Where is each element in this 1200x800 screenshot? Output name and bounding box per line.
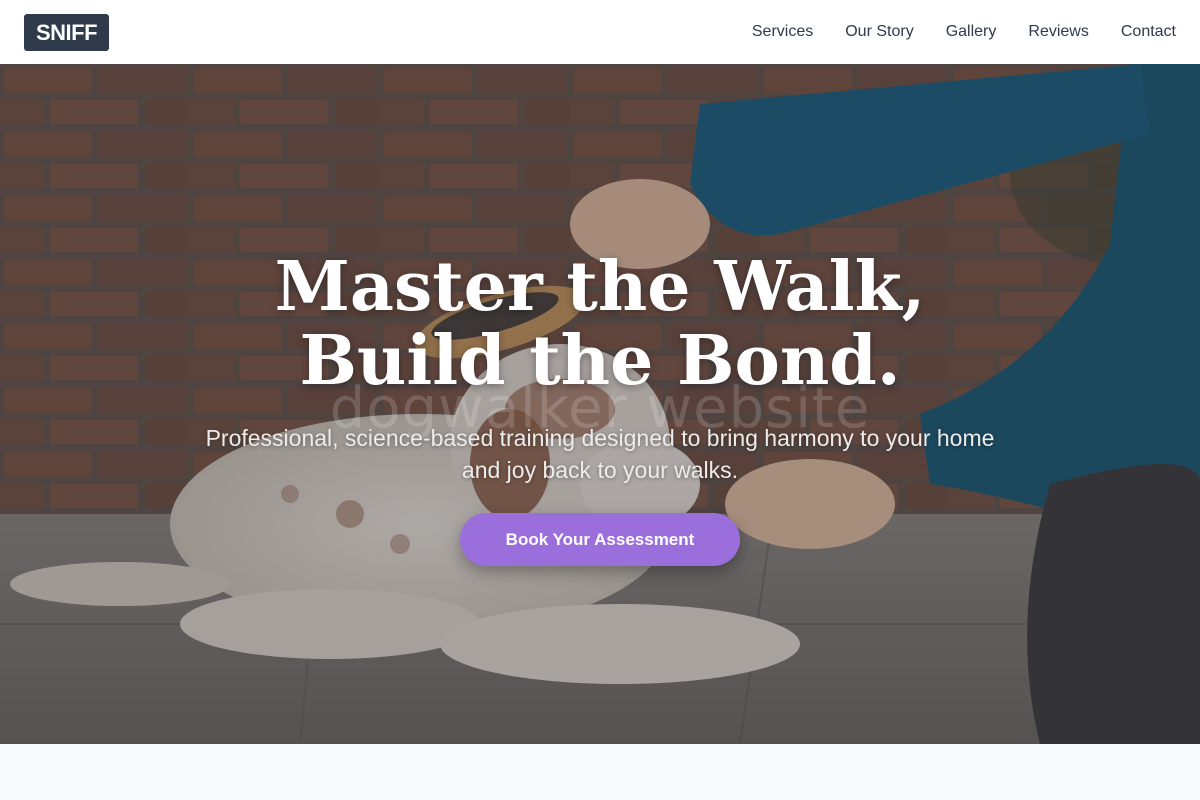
- next-section: [0, 744, 1200, 800]
- nav-link-contact[interactable]: Contact: [1121, 23, 1176, 41]
- hero-section: dogwalker website Master the Walk, Build…: [0, 64, 1200, 744]
- main-nav: Services Our Story Gallery Reviews Conta…: [720, 23, 1176, 41]
- book-assessment-button[interactable]: Book Your Assessment: [460, 513, 740, 566]
- site-logo[interactable]: SNIFF: [24, 13, 110, 51]
- site-header: SNIFF Services Our Story Gallery Reviews…: [0, 0, 1200, 64]
- nav-link-services[interactable]: Services: [752, 23, 813, 41]
- nav-link-gallery[interactable]: Gallery: [946, 23, 997, 41]
- hero-content: Master the Walk, Build the Bond. Profess…: [0, 64, 1200, 744]
- nav-link-reviews[interactable]: Reviews: [1028, 23, 1088, 41]
- hero-subtitle: Professional, science-based training des…: [205, 425, 995, 483]
- hero-title: Master the Walk, Build the Bond.: [274, 247, 926, 401]
- nav-link-our-story[interactable]: Our Story: [845, 23, 913, 41]
